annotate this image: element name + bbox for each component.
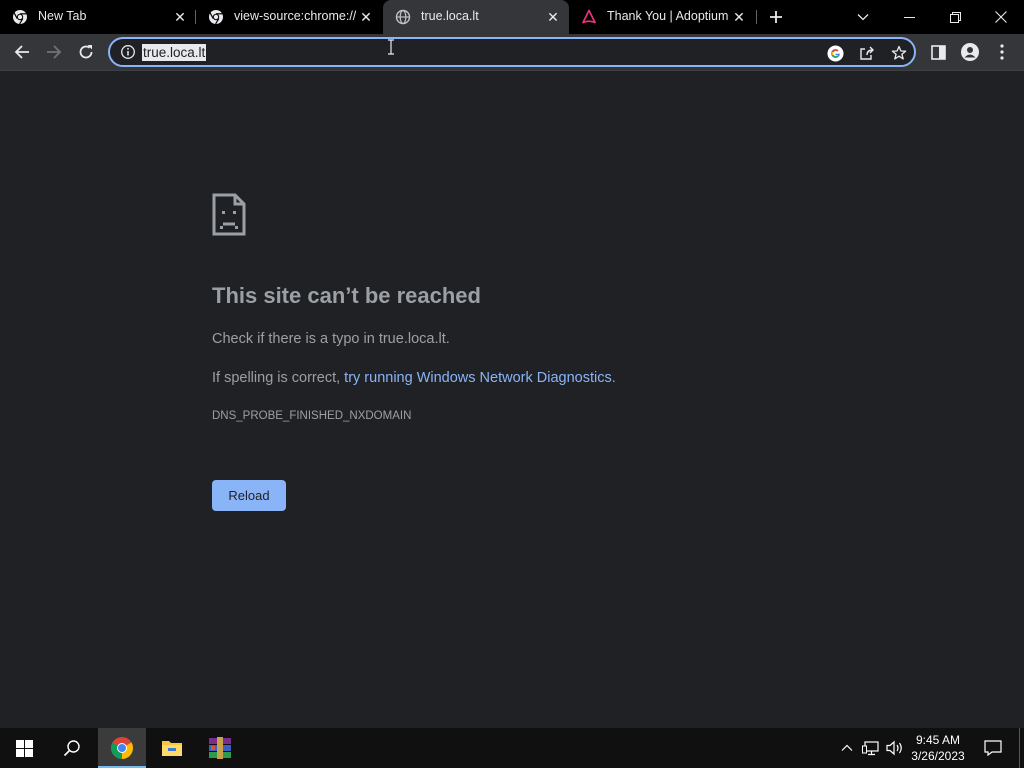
arrow-left-icon [14, 45, 29, 59]
search-button[interactable] [48, 728, 96, 768]
profile-icon [961, 43, 979, 61]
address-bar[interactable]: true.loca.lt [108, 37, 916, 67]
show-desktop-button[interactable] [1019, 728, 1024, 768]
error-typo-hint: Check if there is a typo in true.loca.lt… [212, 331, 450, 347]
chrome-icon [209, 10, 223, 25]
error-title: This site can’t be reached [212, 283, 481, 308]
taskbar: 9:45 AM 3/26/2023 [0, 728, 1024, 768]
browser-toolbar: true.loca.lt [0, 34, 1024, 71]
show-hidden-icons-button[interactable] [838, 728, 856, 768]
adoptium-icon [582, 9, 596, 24]
side-panel-icon [930, 44, 946, 60]
info-icon[interactable] [120, 44, 136, 60]
restore-button[interactable] [932, 0, 978, 34]
sad-page-icon [212, 193, 246, 236]
text-cursor-icon [388, 39, 394, 55]
chrome-menu-button[interactable] [988, 38, 1016, 66]
start-button[interactable] [0, 728, 48, 768]
tab-new-tab[interactable]: New Tab ✕ [0, 0, 195, 34]
close-tab-icon[interactable]: ✕ [358, 9, 374, 25]
network-tray-button[interactable] [860, 728, 882, 768]
chevron-up-icon [841, 744, 853, 751]
more-vert-icon [1000, 44, 1004, 60]
file-explorer-icon [162, 741, 182, 756]
page-content: This site can’t be reached Check if ther… [0, 72, 1024, 728]
diagnostics-suffix: . [611, 370, 616, 386]
search-icon [63, 740, 80, 757]
network-icon [862, 741, 879, 756]
tab-search-button[interactable] [840, 0, 886, 34]
bookmark-button[interactable] [890, 44, 908, 62]
diagnostics-prefix: If spelling is correct, [212, 370, 345, 386]
address-text[interactable]: true.loca.lt [142, 44, 207, 61]
restore-icon [949, 11, 961, 23]
minimize-button[interactable] [886, 0, 932, 34]
minimize-icon [903, 16, 915, 18]
windows-icon [15, 739, 33, 757]
clock-date: 3/26/2023 [911, 749, 965, 763]
forward-button[interactable] [40, 38, 68, 66]
share-icon [860, 46, 874, 60]
close-icon [995, 11, 1007, 23]
globe-icon [395, 9, 411, 25]
tab-title: New Tab [38, 9, 87, 23]
tab-strip: New Tab ✕ view-source:chrome://n ✕ true.… [0, 0, 1024, 34]
chevron-down-icon [857, 14, 869, 21]
error-diagnostics-hint: If spelling is correct, try running Wind… [212, 370, 616, 386]
reload-toolbar-button[interactable] [72, 38, 100, 66]
close-window-button[interactable] [978, 0, 1024, 34]
tab-true-loca-lt[interactable]: true.loca.lt ✕ [383, 0, 569, 34]
error-code: DNS_PROBE_FINISHED_NXDOMAIN [212, 410, 412, 422]
volume-tray-button[interactable] [884, 728, 906, 768]
taskbar-clock[interactable]: 9:45 AM 3/26/2023 [904, 732, 972, 764]
close-tab-icon[interactable]: ✕ [172, 9, 188, 25]
side-panel-button[interactable] [924, 38, 952, 66]
volume-icon [886, 740, 902, 756]
notification-icon [984, 740, 1002, 756]
tab-title: true.loca.lt [421, 9, 479, 23]
network-diagnostics-link[interactable]: try running Windows Network Diagnostics [344, 370, 612, 386]
tab-title: view-source:chrome://n [234, 9, 356, 23]
reload-button[interactable]: Reload [212, 480, 286, 511]
taskbar-winrar[interactable] [196, 728, 244, 768]
winrar-icon [209, 737, 231, 759]
star-icon [891, 45, 907, 60]
chrome-icon [13, 10, 27, 25]
arrow-right-icon [47, 45, 62, 59]
clock-time: 9:45 AM [915, 733, 961, 747]
taskbar-file-explorer[interactable] [148, 728, 196, 768]
close-tab-icon[interactable]: ✕ [545, 9, 561, 25]
taskbar-chrome[interactable] [98, 728, 146, 768]
notifications-button[interactable] [978, 728, 1008, 768]
share-button[interactable] [858, 44, 876, 62]
reload-icon [79, 45, 93, 59]
google-icon [826, 44, 844, 62]
tab-adoptium[interactable]: Thank You | Adoptium ✕ [569, 0, 755, 34]
profile-button[interactable] [956, 38, 984, 66]
close-tab-icon[interactable]: ✕ [731, 9, 747, 25]
back-button[interactable] [8, 38, 36, 66]
tab-view-source[interactable]: view-source:chrome://n ✕ [196, 0, 382, 34]
new-tab-button[interactable] [754, 0, 798, 34]
chrome-icon [111, 737, 133, 759]
tab-title: Thank You | Adoptium [607, 9, 729, 23]
google-lens-button[interactable] [826, 44, 844, 62]
plus-icon [770, 11, 782, 23]
